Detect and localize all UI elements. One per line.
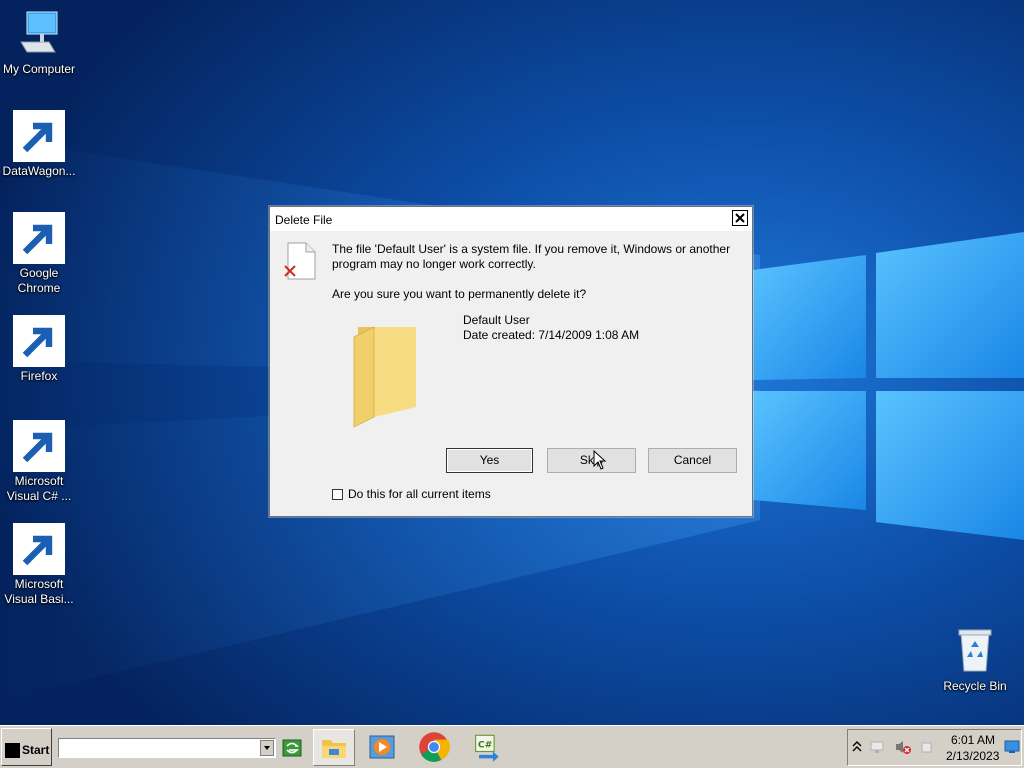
network-icon[interactable]	[870, 740, 884, 754]
datawagon-icon	[13, 110, 65, 162]
file-explorer-icon	[322, 740, 346, 758]
visual-csharp-icon: C#	[475, 734, 499, 762]
computer-icon	[13, 8, 65, 60]
recycle-bin-icon	[949, 625, 1001, 677]
taskbar-file-explorer-button[interactable]	[313, 729, 355, 766]
speaker-muted-icon[interactable]	[894, 739, 912, 755]
visual-csharp-icon: C#	[13, 420, 65, 472]
desktop-icon-label: Recycle Bin	[943, 679, 1007, 693]
folder-icon	[353, 326, 416, 428]
taskbar-media-player-button[interactable]	[362, 729, 404, 766]
mouse-cursor-icon	[593, 450, 607, 470]
desktop-icon-label: Firefox	[20, 369, 58, 383]
desktop-icon-google-chrome[interactable]: Google Chrome	[0, 212, 78, 296]
media-player-icon	[369, 735, 395, 759]
delete-file-dialog: Delete File The file 'Default User' is a…	[269, 206, 753, 517]
clock-date[interactable]: 2/13/2023	[946, 749, 999, 763]
desktop-icon-label: Google Chrome	[17, 266, 61, 295]
svg-text:C#: C#	[478, 739, 493, 750]
skip-button[interactable]: Skip	[547, 448, 636, 473]
chrome-icon	[13, 212, 65, 264]
system-tray: 6:01 AM 2/13/2023	[847, 729, 1022, 766]
item-date-created: Date created: 7/14/2009 1:08 AM	[463, 328, 640, 342]
desktop-icon-label: DataWagon...	[2, 164, 76, 178]
battery-icon[interactable]	[920, 740, 934, 754]
taskbar: Start C# 6:01 AM 2/13/2023	[0, 725, 1024, 768]
shortcut-arrow-icon	[13, 110, 65, 162]
shortcut-arrow-icon	[13, 523, 65, 575]
shortcut-arrow-icon	[13, 212, 65, 264]
close-icon	[735, 213, 745, 223]
confirm-question: Are you sure you want to permanently del…	[332, 287, 587, 301]
desktop-icon-label: Microsoft Visual Basi...	[4, 577, 74, 606]
show-hidden-icons-icon[interactable]	[852, 740, 862, 754]
warning-message-line1: The file 'Default User' is a system file…	[332, 242, 731, 256]
taskbar-visual-csharp-button[interactable]: C#	[465, 729, 507, 766]
cancel-button[interactable]: Cancel	[648, 448, 737, 473]
dialog-titlebar[interactable]: Delete File	[270, 207, 752, 231]
yes-button[interactable]: Yes	[446, 448, 533, 473]
shortcut-arrow-icon	[13, 315, 65, 367]
action-center-icon[interactable]	[1004, 740, 1020, 754]
visual-basic-icon: VB	[13, 523, 65, 575]
desktop-icon-datawagon[interactable]: DataWagon...	[0, 110, 78, 179]
chevron-down-icon	[264, 746, 270, 750]
start-button[interactable]: Start	[1, 728, 52, 766]
close-button[interactable]	[732, 210, 748, 226]
desktop-icon-label: My Computer	[2, 62, 76, 76]
apply-to-all-label[interactable]: Do this for all current items	[348, 487, 491, 502]
start-label: Start	[22, 743, 50, 757]
shortcut-arrow-icon	[13, 420, 65, 472]
desktop-icon-visual-basic[interactable]: VB Microsoft Visual Basi...	[0, 523, 78, 607]
desktop-icon-label: Microsoft Visual C# ...	[6, 474, 72, 503]
clock-time[interactable]: 6:01 AM	[951, 733, 995, 747]
desktop-icon-visual-csharp[interactable]: C# Microsoft Visual C# ...	[0, 420, 78, 504]
combobox-dropdown-button[interactable]	[260, 740, 274, 756]
firefox-icon	[13, 315, 65, 367]
system-file-warning-icon	[284, 242, 316, 280]
start-icon	[5, 743, 20, 758]
address-combobox[interactable]	[58, 738, 276, 758]
warning-message-line2: program may no longer work correctly.	[332, 257, 536, 271]
item-name: Default User	[463, 313, 530, 327]
desktop-icon-recycle-bin[interactable]: Recycle Bin	[936, 625, 1014, 694]
apply-to-all-checkbox[interactable]	[332, 489, 343, 500]
chrome-icon	[419, 732, 450, 762]
taskbar-chrome-button[interactable]	[414, 729, 456, 766]
desktop-icon-my-computer[interactable]: My Computer	[0, 8, 78, 77]
dialog-title: Delete File	[275, 213, 333, 227]
go-button-icon[interactable]	[282, 738, 302, 758]
desktop-icon-firefox[interactable]: Firefox	[0, 315, 78, 384]
